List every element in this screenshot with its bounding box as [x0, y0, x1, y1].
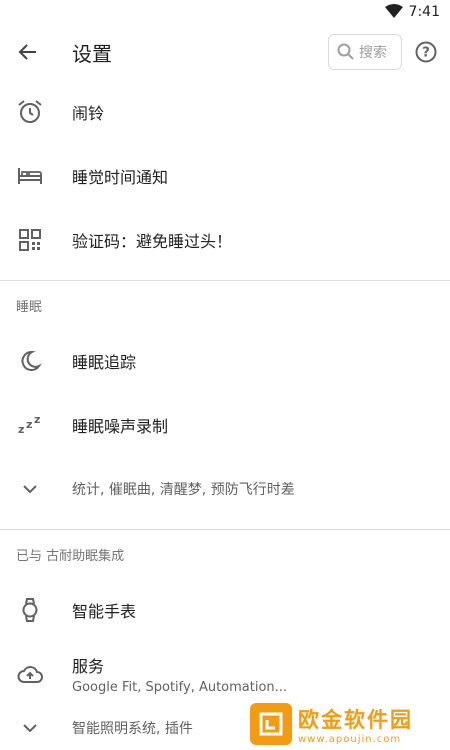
wifi-icon	[384, 3, 403, 22]
search-placeholder: 搜索	[359, 45, 387, 61]
sleep-noise-item[interactable]: z z z 睡眠噪声录制	[0, 393, 450, 457]
moon-icon	[21, 350, 42, 371]
services-label: 服务	[72, 657, 105, 676]
zzz-icon: z z z	[18, 414, 40, 436]
watch-icon	[22, 598, 38, 622]
alarm-label: 闹铃	[72, 104, 105, 123]
captcha-label: 验证码：避免睡过头！	[72, 232, 233, 251]
bedtime-notification-item[interactable]: 睡觉时间通知	[0, 144, 450, 208]
svg-text:z: z	[34, 414, 40, 426]
watermark-logo: 欧金软件园 www.apoujin.com	[250, 700, 446, 748]
app-bar: 设置 搜索 ?	[0, 24, 450, 80]
svg-text:z: z	[26, 418, 32, 431]
sleep-more-label: 统计, 催眠曲, 清醒梦, 预防飞行时差	[72, 482, 295, 498]
chevron-down-icon	[23, 724, 37, 733]
search-input[interactable]: 搜索	[328, 34, 402, 70]
alarm-item[interactable]: 闹铃	[0, 80, 450, 144]
services-item[interactable]: 服务 Google Fit, Spotify, Automation...	[0, 642, 450, 706]
watermark-url: www.apoujin.com	[298, 733, 402, 745]
bedtime-label: 睡觉时间通知	[72, 168, 169, 187]
chevron-down-icon	[23, 485, 37, 494]
qr-code-icon	[19, 229, 41, 251]
sleep-more-expander[interactable]: 统计, 催眠曲, 清醒梦, 预防飞行时差	[0, 457, 450, 521]
bed-icon	[18, 168, 42, 184]
watermark-name: 欧金软件园	[298, 707, 413, 732]
page-title: 设置	[72, 41, 112, 66]
search-icon	[337, 43, 354, 60]
svg-text:z: z	[18, 423, 24, 436]
sleep-tracking-item[interactable]: 睡眠追踪	[0, 329, 450, 393]
smartwatch-label: 智能手表	[72, 602, 137, 621]
integration-more-label: 智能照明系统, 插件	[72, 721, 193, 737]
back-button[interactable]	[0, 24, 56, 80]
cloud-upload-icon	[17, 666, 43, 683]
smartwatch-item[interactable]: 智能手表	[0, 578, 450, 642]
help-button[interactable]: ?	[412, 38, 440, 66]
arrow-left-icon	[18, 44, 36, 60]
status-bar: 7:41	[0, 0, 450, 24]
captcha-item[interactable]: 验证码：避免睡过头！	[0, 208, 450, 272]
services-sublabel: Google Fit, Spotify, Automation...	[72, 680, 288, 695]
sleep-tracking-label: 睡眠追踪	[72, 353, 137, 372]
logo-mark-icon	[250, 703, 292, 745]
help-icon: ?	[415, 41, 437, 63]
section-header-sleep: 睡眠	[16, 299, 43, 315]
clock: 7:41	[408, 4, 440, 20]
section-header-integration: 已与 古耐助眠集成	[16, 548, 125, 564]
sleep-noise-label: 睡眠噪声录制	[72, 417, 169, 436]
svg-text:?: ?	[422, 46, 430, 61]
alarm-clock-icon	[18, 100, 42, 123]
